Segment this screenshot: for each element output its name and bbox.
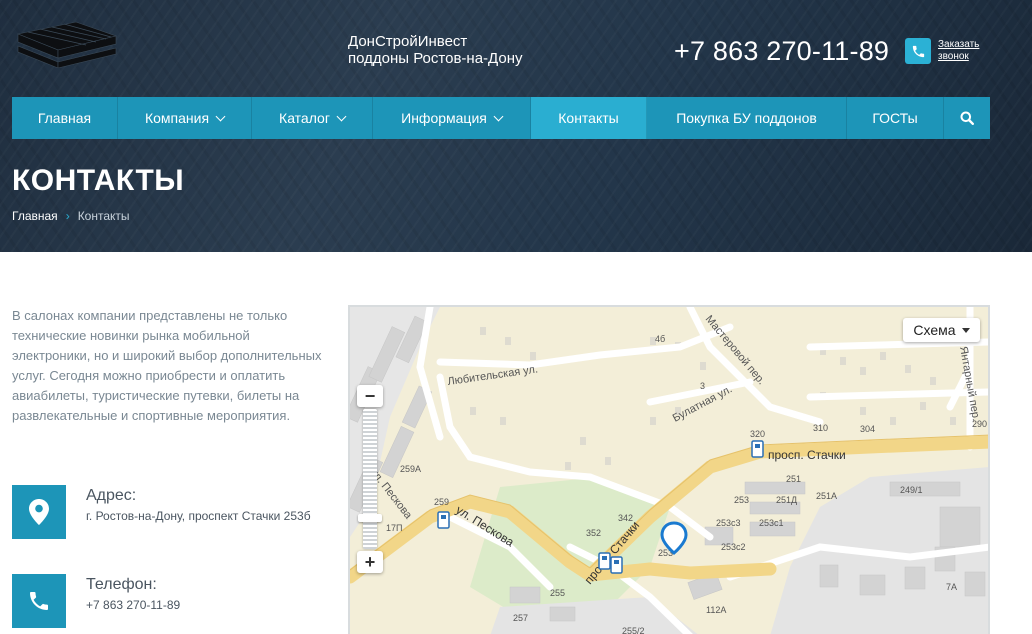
map-building: 310 (813, 423, 828, 433)
map-building: 259А (400, 464, 421, 474)
map-street: просп. Стачки (768, 448, 846, 462)
bus-stop-icon[interactable] (610, 556, 623, 574)
nav-item-company[interactable]: Компания (118, 97, 252, 139)
callback-button[interactable] (905, 38, 931, 64)
phone-icon-box (12, 574, 66, 628)
nav-label: Главная (37, 110, 92, 126)
map-building: 251А (816, 491, 837, 501)
map-building: 17П (386, 523, 402, 533)
map-building: 3 (700, 381, 705, 391)
nav-label: Компания (144, 110, 210, 126)
map-building: 255 (550, 588, 565, 598)
bus-stop-icon[interactable] (751, 440, 764, 458)
nav-label: Информация (401, 110, 487, 126)
intro-text: В салонах компании представлены не тольк… (12, 308, 322, 423)
map-building: 342 (618, 513, 633, 523)
map[interactable]: Любительская ул. Мастеровой пер. Булатна… (348, 305, 990, 634)
page-title: КОНТАКТЫ (12, 164, 185, 197)
address-block: Адрес: г. Ростов-на-Дону, проспект Стачк… (12, 485, 326, 539)
callback-label-1: Заказать (938, 39, 980, 50)
chevron-right-icon: › (65, 209, 70, 223)
zoom-slider[interactable] (363, 409, 377, 549)
nav-item-catalog[interactable]: Каталог (252, 97, 373, 139)
map-building: 251Д (776, 495, 797, 505)
map-building: 320 (750, 429, 765, 439)
map-building: 259 (434, 497, 449, 507)
search-icon (960, 111, 974, 125)
nav-item-used-pallets[interactable]: Покупка БУ поддонов (647, 97, 847, 139)
breadcrumb-current: Контакты (77, 209, 130, 223)
zoom-out-button[interactable]: − (357, 385, 383, 407)
zoom-in-button[interactable]: + (357, 551, 383, 573)
chevron-down-icon (336, 111, 347, 121)
nav-item-info[interactable]: Информация (373, 97, 531, 139)
bus-stop-icon[interactable] (437, 511, 450, 529)
map-building: 253с2 (721, 542, 746, 552)
zoom-control: − + (357, 385, 383, 575)
map-type-label: Схема (913, 322, 956, 338)
address-value: г. Ростов-на-Дону, проспект Стачки 253б (86, 509, 311, 523)
phone-block: Телефон: +7 863 270-11-89 (12, 574, 326, 628)
breadcrumb: Главная › Контакты (12, 209, 130, 223)
map-building: 251 (786, 474, 801, 484)
map-building: 249/1 (900, 485, 923, 495)
nav-item-home[interactable]: Главная (12, 97, 118, 139)
phone-label: Телефон: (86, 576, 157, 593)
brand-name: ДонСтройИнвест поддоны Ростов-на-Дону (348, 33, 523, 67)
brand-subtitle: поддоны Ростов-на-Дону (348, 50, 523, 67)
phone-icon (30, 592, 48, 610)
map-building: 255/2 (622, 626, 645, 634)
search-button[interactable] (944, 97, 990, 139)
map-building: 7А (946, 582, 957, 592)
map-building: 352 (586, 528, 601, 538)
phone-icon (912, 45, 924, 57)
breadcrumb-home[interactable]: Главная (12, 209, 58, 223)
brand-title: ДонСтройИнвест (348, 33, 468, 50)
zoom-slider-handle[interactable] (358, 514, 382, 522)
nav-item-contacts[interactable]: Контакты (531, 97, 647, 139)
map-building: 253с1 (759, 518, 784, 528)
nav-label: ГОСТы (872, 110, 918, 126)
map-building: 253с3 (716, 518, 741, 528)
header-phone[interactable]: +7 863 270-11-89 (674, 34, 889, 68)
callback-link[interactable]: Заказать звонок (938, 39, 979, 63)
nav-item-gost[interactable]: ГОСТы (847, 97, 944, 139)
main-nav: Главная Компания Каталог Информация Конт… (12, 97, 990, 139)
location-pin-icon (29, 499, 49, 525)
map-building: 290 (972, 419, 987, 429)
address-label: Адрес: (86, 487, 137, 504)
map-type-select[interactable]: Схема (903, 318, 980, 342)
nav-label: Каталог (279, 110, 330, 126)
map-canvas[interactable]: Любительская ул. Мастеровой пер. Булатна… (350, 307, 990, 634)
chevron-down-icon (493, 111, 504, 121)
nav-label: Контакты (558, 110, 619, 126)
map-building: 4б (655, 334, 665, 344)
chevron-down-icon (215, 111, 226, 121)
map-building: 253 (734, 495, 749, 505)
map-building: 257 (513, 613, 528, 623)
pallet-logo-icon[interactable] (14, 18, 118, 68)
map-building: 304 (860, 424, 875, 434)
nav-label: Покупка БУ поддонов (676, 110, 817, 126)
map-building: 112А (706, 605, 726, 615)
triangle-down-icon (961, 327, 970, 333)
page-hero: ДонСтройИнвест поддоны Ростов-на-Дону +7… (0, 0, 1032, 252)
callback-label-2: звонок (938, 51, 969, 62)
phone-value[interactable]: +7 863 270-11-89 (86, 595, 326, 615)
address-icon-box (12, 485, 66, 539)
bus-stop-icon[interactable] (598, 552, 611, 570)
